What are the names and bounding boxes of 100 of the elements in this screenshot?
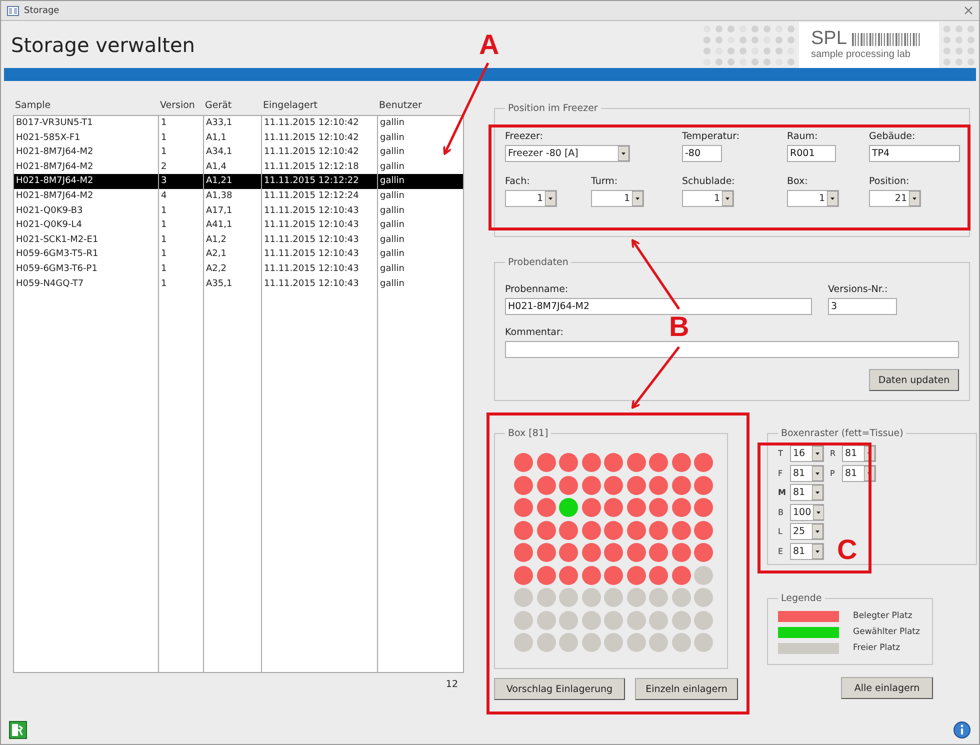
- slot-dot[interactable]: [514, 566, 533, 584]
- info-icon[interactable]: [953, 721, 971, 739]
- table-cell[interactable]: 1: [159, 204, 203, 218]
- dropdown-field[interactable]: 81: [790, 484, 824, 501]
- dropdown-field[interactable]: 1: [591, 190, 644, 207]
- slot-dot[interactable]: [514, 498, 533, 517]
- slot-dot[interactable]: [626, 453, 646, 472]
- table-cell[interactable]: 11.11.2015 12:12:22: [262, 174, 377, 189]
- slot-dot[interactable]: [649, 520, 668, 540]
- text-field[interactable]: H021-8M7J64-M2: [505, 298, 812, 315]
- slot-dot[interactable]: [694, 610, 713, 630]
- slot-dot[interactable]: [626, 476, 646, 494]
- slot-dot[interactable]: [536, 476, 556, 494]
- dropdown-field[interactable]: 1: [787, 190, 839, 207]
- slot-dot[interactable]: [694, 520, 713, 540]
- slot-dot[interactable]: [559, 476, 578, 494]
- table-cell[interactable]: 1: [159, 116, 203, 131]
- slot-dot[interactable]: [672, 520, 690, 540]
- table-cell[interactable]: A2,2: [204, 262, 261, 277]
- slot-dot[interactable]: [604, 453, 623, 472]
- slot-dot[interactable]: [514, 520, 533, 540]
- table-cell[interactable]: H059-6GM3-T5-R1: [14, 247, 158, 262]
- slot-dot[interactable]: [626, 566, 646, 584]
- slot-dot[interactable]: [582, 476, 600, 494]
- slot-dot[interactable]: [604, 543, 623, 562]
- table-cell[interactable]: A41,1: [204, 218, 261, 233]
- slot-dot[interactable]: [626, 498, 646, 517]
- slot-dot[interactable]: [582, 543, 600, 562]
- slot-dot[interactable]: [672, 633, 690, 652]
- slot-dot[interactable]: [582, 588, 600, 607]
- table-cell[interactable]: gallin: [378, 232, 463, 248]
- slot-dot[interactable]: [694, 566, 713, 584]
- table-cell[interactable]: A1,1: [204, 130, 261, 146]
- table-cell[interactable]: 11.11.2015 12:10:42: [262, 145, 377, 160]
- slot-dot[interactable]: [514, 476, 533, 494]
- dropdown-field[interactable]: 81: [790, 542, 824, 560]
- dropdown-field[interactable]: 21: [869, 190, 921, 207]
- slot-dot[interactable]: [559, 453, 578, 472]
- table-cell[interactable]: 4: [159, 188, 203, 204]
- store-button[interactable]: Einzeln einlagern: [635, 678, 738, 700]
- slot-dot[interactable]: [536, 498, 556, 517]
- slot-dot[interactable]: [582, 566, 600, 584]
- slot-dot[interactable]: [582, 610, 600, 630]
- slot-dot[interactable]: [649, 543, 668, 562]
- slot-dot[interactable]: [649, 453, 668, 472]
- slot-dot[interactable]: [559, 588, 578, 607]
- slot-dot[interactable]: [672, 610, 690, 630]
- slot-dot[interactable]: [649, 498, 668, 517]
- text-field[interactable]: 3: [828, 298, 897, 315]
- slot-dot[interactable]: [672, 476, 690, 494]
- table-cell[interactable]: gallin: [378, 218, 463, 233]
- table-cell[interactable]: A17,1: [204, 204, 261, 218]
- slot-dot[interactable]: [559, 498, 578, 517]
- comment-field[interactable]: [505, 341, 959, 358]
- table-cell[interactable]: 1: [159, 247, 203, 262]
- table-cell[interactable]: 11.11.2015 12:12:24: [262, 188, 377, 204]
- table-cell[interactable]: 11.11.2015 12:10:43: [262, 218, 377, 233]
- table-cell[interactable]: A33,1: [204, 116, 261, 131]
- slot-dot[interactable]: [694, 588, 713, 607]
- slot-dot[interactable]: [582, 633, 600, 652]
- table-cell[interactable]: H021-Q0K9-L4: [14, 218, 158, 233]
- table-cell[interactable]: gallin: [378, 188, 463, 204]
- slot-dot[interactable]: [559, 520, 578, 540]
- close-icon[interactable]: [964, 6, 973, 15]
- slot-dot[interactable]: [626, 633, 646, 652]
- slot-dot[interactable]: [649, 610, 668, 630]
- slot-dot[interactable]: [514, 453, 533, 472]
- slot-dot[interactable]: [582, 498, 600, 517]
- slot-dot[interactable]: [649, 588, 668, 607]
- table-cell[interactable]: A1,4: [204, 160, 261, 174]
- slot-dot[interactable]: [536, 588, 556, 607]
- slot-dot[interactable]: [604, 476, 623, 494]
- slot-dot[interactable]: [582, 453, 600, 472]
- table-cell[interactable]: gallin: [378, 160, 463, 174]
- slot-dot[interactable]: [694, 543, 713, 562]
- slot-dot[interactable]: [649, 566, 668, 584]
- slot-dot[interactable]: [672, 498, 690, 517]
- slot-dot[interactable]: [626, 520, 646, 540]
- dropdown-field[interactable]: 1: [682, 190, 734, 207]
- table-cell[interactable]: 1: [159, 232, 203, 248]
- table-cell[interactable]: 11.11.2015 12:10:42: [262, 116, 377, 131]
- table-cell[interactable]: H021-SCK1-M2-E1: [14, 232, 158, 248]
- store-button[interactable]: Vorschlag Einlagerung: [494, 678, 625, 700]
- table-cell[interactable]: H021-8M7J64-M2: [14, 188, 158, 204]
- store-all-button[interactable]: Alle einlagern: [841, 677, 933, 699]
- slot-dot[interactable]: [694, 476, 713, 494]
- table-cell[interactable]: gallin: [378, 145, 463, 160]
- update-button[interactable]: Daten updaten: [869, 369, 959, 391]
- table-cell[interactable]: A1,38: [204, 188, 261, 204]
- slot-dot[interactable]: [536, 633, 556, 652]
- slot-dot[interactable]: [604, 566, 623, 584]
- text-field[interactable]: R001: [787, 145, 836, 162]
- slot-dot[interactable]: [582, 520, 600, 540]
- table-cell[interactable]: A1,2: [204, 232, 261, 248]
- table-cell[interactable]: 1: [159, 262, 203, 277]
- text-field[interactable]: TP4: [869, 145, 960, 162]
- slot-dot[interactable]: [514, 610, 533, 630]
- slot-dot[interactable]: [559, 543, 578, 562]
- dropdown-field[interactable]: 81: [842, 464, 876, 482]
- slot-dot[interactable]: [604, 588, 623, 607]
